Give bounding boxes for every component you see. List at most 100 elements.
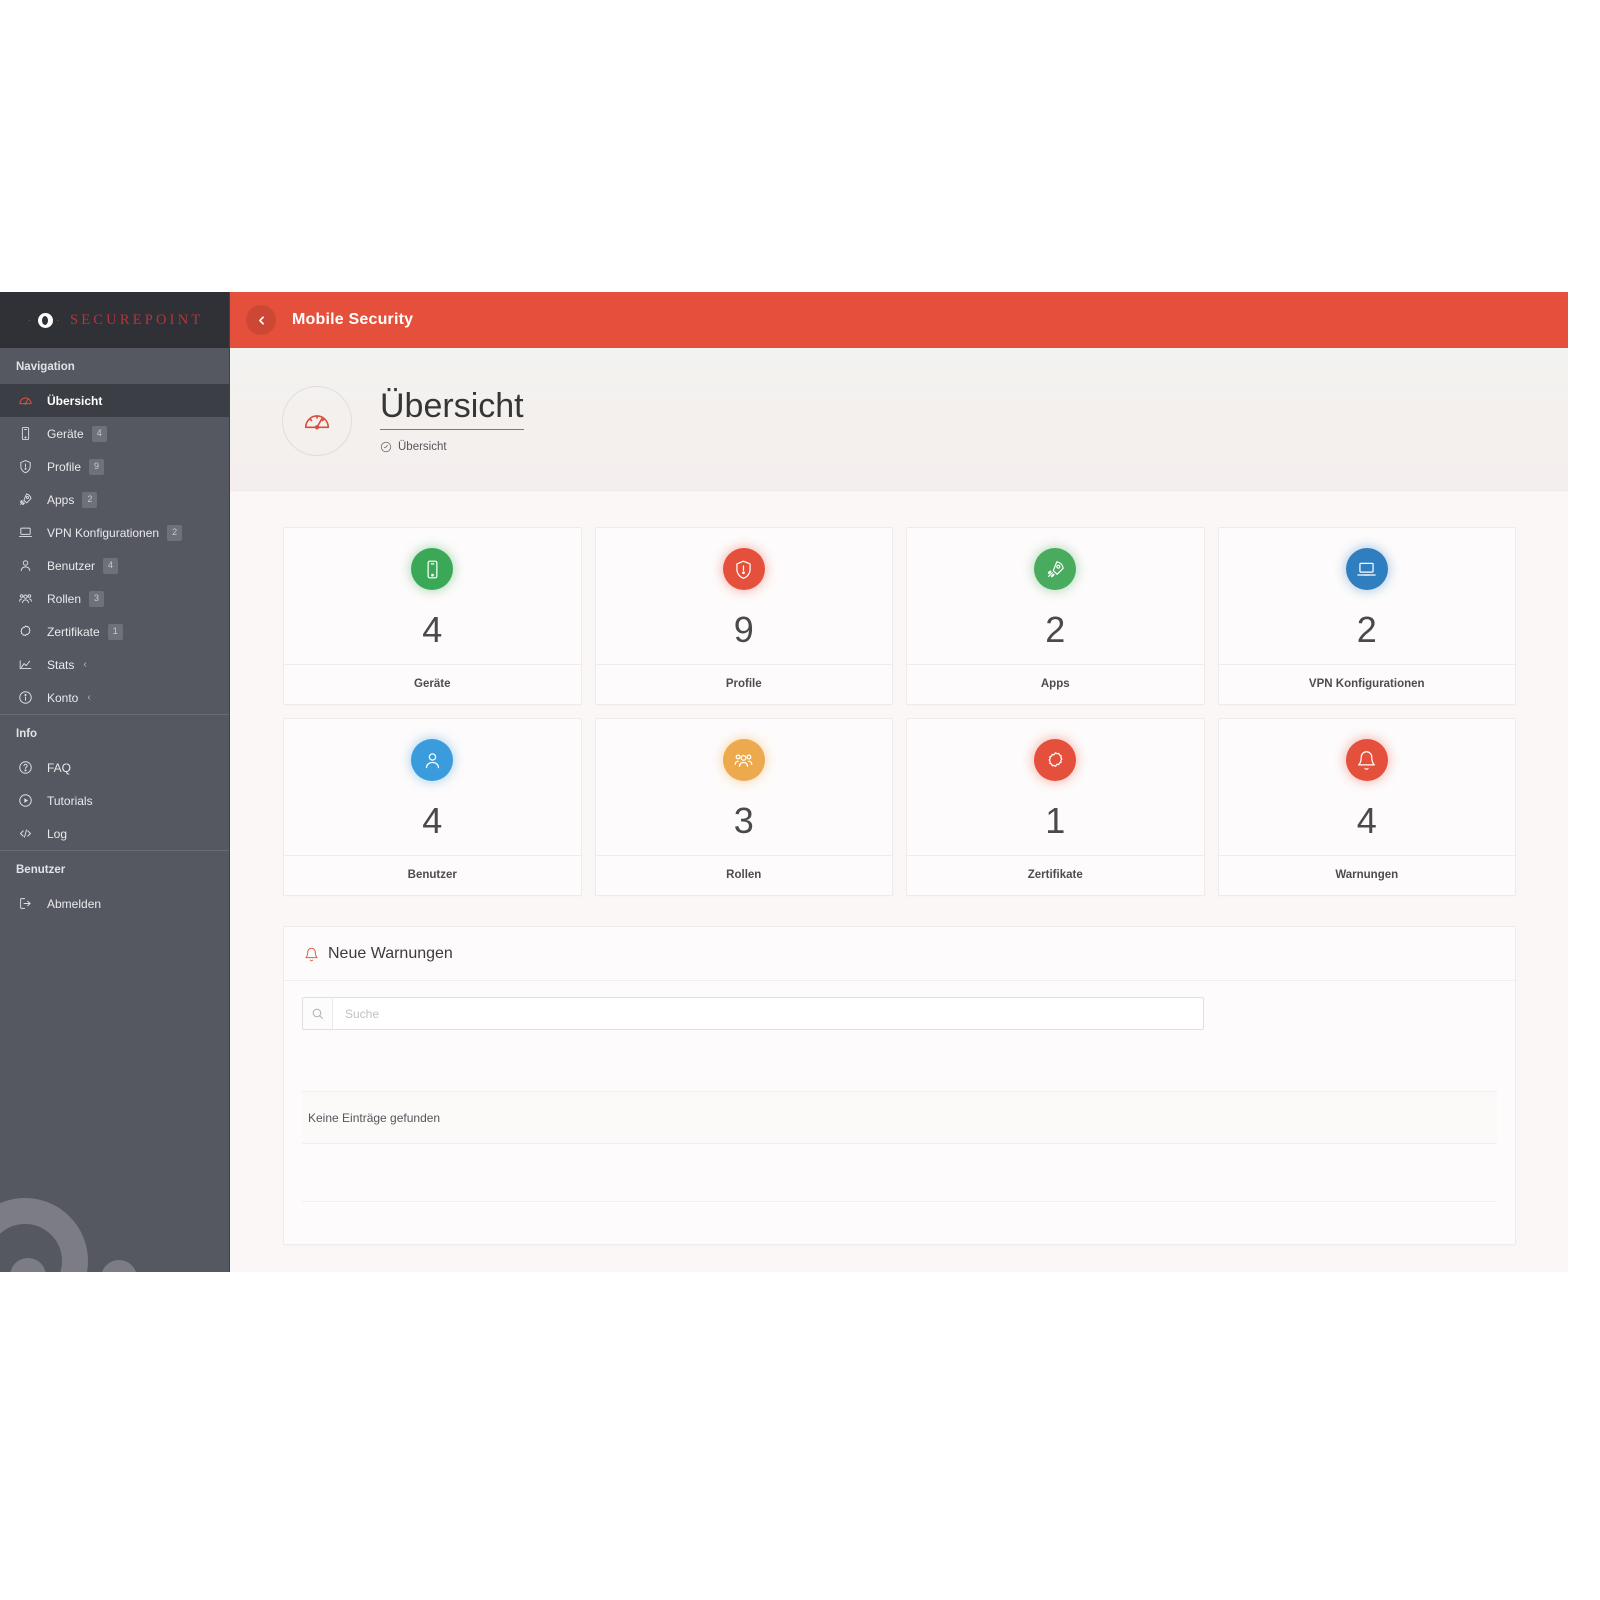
stat-card-vpn-konfigurationen[interactable]: 2 VPN Konfigurationen [1217, 527, 1516, 705]
shield-icon [19, 460, 31, 474]
brand-logo-text: · · SECUREPOINT [26, 312, 204, 329]
stat-card-value: 3 [733, 800, 754, 841]
stat-card-value: 2 [1356, 609, 1377, 650]
question-circle-icon [18, 761, 32, 774]
sidebar-item-rollen[interactable]: Rollen 3 [0, 582, 229, 615]
sidebar-item-label: VPN Konfigurationen [47, 525, 160, 540]
sidebar-section-title-info: Info [16, 728, 38, 740]
code-icon [16, 826, 34, 841]
securepoint-o-logo-icon [37, 312, 53, 328]
brand-logo[interactable]: · · SECUREPOINT [0, 292, 229, 348]
sidebar-item-label: Log [47, 826, 68, 841]
bell-icon [1345, 739, 1388, 781]
sidebar-item-badge: 3 [89, 590, 105, 607]
stat-card-grid: 4 Geräte 9 Profile 2 Apps 2 VPN Konfigurationen… [283, 527, 1516, 896]
play-circle-icon [16, 793, 34, 808]
info-circle-icon [18, 691, 32, 704]
sidebar-item-benutzer[interactable]: Benutzer 4 [0, 549, 229, 582]
stat-card-value: 1 [1045, 800, 1066, 841]
stat-card-ger-te[interactable]: 4 Geräte [283, 527, 582, 705]
sidebar-item-label: Apps [47, 492, 75, 507]
stat-card-top: 4 [284, 528, 581, 664]
stat-card-top: 2 [1219, 528, 1516, 664]
sidebar-item-label: Stats [47, 657, 75, 672]
sidebar-item-konto[interactable]: Konto ‹ [0, 681, 229, 714]
stat-card-value: 2 [1045, 609, 1066, 650]
sidebar-item-badge: 9 [89, 458, 105, 475]
stat-card-value: 4 [422, 800, 443, 841]
stat-card-benutzer[interactable]: 4 Benutzer [283, 718, 582, 896]
sidebar-item-tutorials[interactable]: Tutorials [0, 784, 229, 817]
laptop-icon [16, 525, 34, 540]
chart-icon [19, 660, 31, 670]
rocket-icon [1047, 560, 1064, 577]
rocket-icon [19, 493, 31, 506]
sidebar-item-profile[interactable]: Profile 9 [0, 450, 229, 483]
sidebar-item-badge: 1 [107, 623, 123, 640]
shield-icon [16, 459, 34, 474]
sidebar-item-label: Rollen [47, 591, 82, 606]
laptop-icon [18, 527, 32, 537]
certificate-seal-icon [20, 625, 30, 637]
sidebar-item-label: FAQ [47, 760, 72, 775]
sidebar-item-label: Übersicht [47, 393, 103, 408]
play-circle-icon [18, 794, 32, 807]
bell-icon [1358, 750, 1376, 770]
page-title: Übersicht [380, 388, 524, 430]
sidebar-item-label: Konto [47, 690, 79, 705]
mobile-device-icon [21, 427, 29, 440]
search-icon [303, 998, 333, 1029]
stat-card-rollen[interactable]: 3 Rollen [594, 718, 893, 896]
chart-icon [16, 657, 34, 672]
stat-card-label: Apps [907, 664, 1204, 704]
logout-icon [19, 898, 31, 909]
shield-icon [722, 548, 765, 590]
breadcrumb-label[interactable]: Übersicht [398, 441, 447, 453]
sidebar-section-title-navigation: Navigation [16, 361, 75, 373]
stat-card-top: 1 [907, 719, 1204, 855]
sidebar-item-stats[interactable]: Stats ‹ [0, 648, 229, 681]
shield-icon [736, 560, 751, 579]
sidebar-item-label: Zertifikate [47, 624, 100, 639]
warnings-table-footer [302, 1144, 1497, 1202]
new-warnings-panel: Neue Warnungen Keine [283, 926, 1516, 1245]
stat-card-top: 4 [284, 719, 581, 855]
back-button[interactable] [246, 305, 276, 335]
page-header-texts: Übersicht Übersicht [380, 388, 524, 453]
stat-card-value: 4 [422, 609, 443, 650]
sidebar-item-abmelden[interactable]: Abmelden [0, 887, 229, 920]
logout-icon [16, 896, 34, 911]
rocket-icon [16, 492, 34, 507]
sidebar-item-apps[interactable]: Apps 2 [0, 483, 229, 516]
sidebar-item-zertifikate[interactable]: Zertifikate 1 [0, 615, 229, 648]
mobile-device-icon [411, 548, 454, 590]
stat-card-profile[interactable]: 9 Profile [594, 527, 893, 705]
users-group-icon [16, 591, 34, 606]
laptop-icon [1357, 562, 1376, 576]
stat-card-warnungen[interactable]: 4 Warnungen [1217, 718, 1516, 896]
sidebar-item-vpn-konfigurationen[interactable]: VPN Konfigurationen 2 [0, 516, 229, 549]
new-warnings-title: Neue Warnungen [328, 945, 453, 962]
sidebar-item-badge: 4 [103, 557, 119, 574]
page-header-icon-circle [282, 386, 352, 456]
sidebar-item-ger-te[interactable]: Geräte 4 [0, 417, 229, 450]
stat-card-zertifikate[interactable]: 1 Zertifikate [906, 718, 1205, 896]
dashboard-gauge-icon [16, 393, 34, 408]
top-bar: Mobile Security [230, 292, 1568, 348]
user-icon [20, 560, 30, 572]
sidebar-item-bersicht[interactable]: Übersicht [0, 384, 229, 417]
sidebar-item-log[interactable]: Log [0, 817, 229, 850]
info-circle-icon [16, 690, 34, 705]
search-input[interactable] [333, 998, 1203, 1029]
mobile-device-icon [16, 426, 34, 441]
bell-icon [304, 947, 319, 962]
stat-card-label: Warnungen [1218, 855, 1515, 895]
certificate-seal-icon [16, 624, 34, 639]
dashboard-gauge-icon [304, 415, 330, 430]
main-area: Mobile Security Übersicht Übersicht 4 Ge… [230, 292, 1568, 1272]
user-icon [16, 558, 34, 573]
stat-card-top: 9 [596, 528, 893, 664]
sidebar-item-faq[interactable]: FAQ [0, 751, 229, 784]
stat-card-apps[interactable]: 2 Apps [906, 527, 1205, 705]
new-warnings-body: Keine Einträge gefunden [284, 981, 1515, 1244]
